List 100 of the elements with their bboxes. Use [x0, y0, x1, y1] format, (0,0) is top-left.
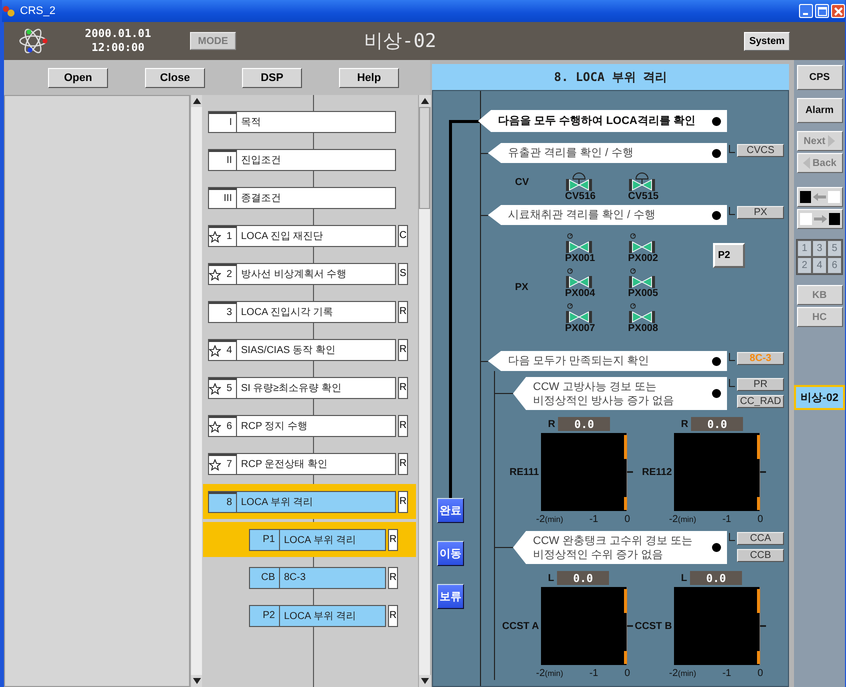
step-item[interactable]: 3 LOCA 진입시각 기록: [208, 300, 396, 322]
maximize-button[interactable]: [815, 4, 829, 18]
step-tag: C: [398, 224, 408, 246]
toolbar-button[interactable]: Open: [48, 68, 108, 88]
axis-tick-label: -2: [536, 668, 545, 679]
step-item[interactable]: P1 LOCA 부위 격리: [249, 528, 386, 550]
toolbar-button[interactable]: Close: [145, 68, 205, 88]
system-tag[interactable]: PR: [737, 378, 784, 391]
step-item[interactable]: CB 8C-3: [249, 566, 386, 588]
step-instruction: 다음 모두가 만족되는지 확인: [488, 351, 727, 371]
valve-label: PX008: [628, 323, 658, 334]
star-icon: [209, 382, 221, 394]
reading-value: 0.0: [690, 571, 742, 585]
scroll-down-icon[interactable]: [191, 675, 203, 687]
color-swap-icon: [798, 190, 840, 204]
screen-title: 비상-02: [364, 29, 436, 54]
scroll-up-icon[interactable]: [191, 95, 203, 107]
bullet-icon: [712, 210, 721, 220]
side-button[interactable]: CPS: [796, 65, 842, 90]
date-text: 2000.01.01: [84, 27, 152, 41]
valve-group-label: CV: [515, 177, 530, 188]
step-tag: R: [398, 338, 408, 360]
page-button[interactable]: P2: [713, 243, 745, 268]
toolbar-button[interactable]: Help: [339, 68, 399, 88]
step-item[interactable]: 7 RCP 운전상태 확인: [208, 452, 396, 474]
step-tag: R: [398, 300, 408, 322]
action-button[interactable]: 보류: [437, 584, 464, 609]
valve-icon[interactable]: [565, 303, 593, 325]
star-icon: [209, 268, 221, 280]
system-tag[interactable]: CVCS: [737, 144, 784, 157]
reading-label: L: [548, 572, 554, 584]
color-swap-button[interactable]: [796, 187, 842, 207]
star-icon: [209, 230, 221, 242]
step-item[interactable]: 6 RCP 정지 수행: [208, 414, 396, 436]
atom-icon: [18, 28, 48, 54]
axis-unit-label: (min): [544, 515, 564, 524]
panel-title: 8. LOCA 부위 격리: [432, 64, 789, 90]
system-tag[interactable]: CCA: [737, 532, 784, 545]
scroll-up-icon[interactable]: [419, 95, 431, 107]
step-item[interactable]: 4 SIAS/CIAS 동작 확인: [208, 338, 396, 360]
color-swap-button[interactable]: [796, 209, 842, 229]
system-button[interactable]: System: [744, 32, 790, 50]
step-item[interactable]: 2 방사선 비상계획서 수행: [208, 262, 396, 284]
action-button[interactable]: 이동: [437, 541, 464, 566]
screen-tab[interactable]: 비상-02: [794, 385, 845, 410]
axis-tick-label: 0: [757, 514, 763, 525]
axis-tick-label: -2: [669, 668, 678, 679]
step-instruction: CCW 고방사능 경보 또는 비정상적인 방사능 증가 없음: [513, 377, 727, 410]
reading-label: R: [681, 418, 688, 430]
valve-label: PX001: [565, 253, 596, 264]
reading-value: 0.0: [557, 571, 610, 585]
step-tag: R: [398, 376, 408, 398]
axis-tick-label: -2: [669, 514, 678, 525]
window-title: CRS_2: [20, 5, 56, 17]
system-tag[interactable]: PX: [737, 206, 784, 219]
minimize-button[interactable]: [799, 4, 813, 18]
axis-tick-label: 0: [757, 668, 763, 679]
step-tag: R: [388, 566, 398, 588]
axis-tick-label: -2: [536, 514, 545, 525]
scroll-thumb[interactable]: [419, 107, 430, 209]
step-item[interactable]: 1 LOCA 진입 재진단: [208, 224, 396, 246]
step-item[interactable]: III 종결조건: [208, 186, 396, 208]
valve-icon[interactable]: [565, 171, 593, 193]
axis-tick-label: -1: [589, 668, 598, 679]
bullet-icon: [712, 389, 721, 398]
side-button[interactable]: Alarm: [796, 98, 842, 123]
reading-value: 0.0: [691, 417, 744, 431]
star-icon: [209, 420, 221, 432]
step-tag: R: [398, 452, 408, 474]
step-item[interactable]: 8 LOCA 부위 격리: [208, 490, 396, 512]
step-item[interactable]: P2 LOCA 부위 격리: [249, 604, 386, 626]
valve-icon[interactable]: [628, 268, 656, 290]
axis-tick-label: 0: [624, 668, 630, 679]
bullet-icon: [712, 543, 721, 552]
close-icon: [834, 6, 842, 16]
scroll-down-icon[interactable]: [419, 675, 431, 687]
scrollbar[interactable]: [418, 95, 430, 687]
close-button[interactable]: [831, 4, 845, 18]
step-item[interactable]: II 진입조건: [208, 148, 396, 170]
toolbar-button[interactable]: DSP: [242, 68, 302, 88]
step-item[interactable]: 5 SI 유량≥최소유량 확인: [208, 376, 396, 398]
bullet-icon: [712, 356, 721, 366]
valve-group-label: PX: [515, 282, 530, 292]
system-tag[interactable]: CC_RAD: [737, 395, 784, 408]
system-tag[interactable]: CCB: [737, 549, 784, 562]
valve-icon[interactable]: [565, 268, 593, 290]
valve-icon[interactable]: [628, 171, 656, 193]
step-item[interactable]: I 목적: [208, 110, 396, 132]
right-triangle-icon: [828, 135, 836, 147]
trend-name: RE111: [510, 466, 539, 478]
step-tag: R: [388, 528, 398, 550]
axis-unit-label: (min): [544, 669, 564, 678]
scrollbar[interactable]: [190, 95, 202, 687]
valve-icon[interactable]: [565, 233, 593, 255]
action-button[interactable]: 완료: [437, 498, 464, 523]
trend-name: RE112: [642, 466, 672, 478]
left-triangle-icon: [802, 157, 810, 169]
valve-icon[interactable]: [628, 303, 656, 325]
valve-icon[interactable]: [628, 233, 656, 255]
color-swap-icon: [798, 212, 840, 226]
